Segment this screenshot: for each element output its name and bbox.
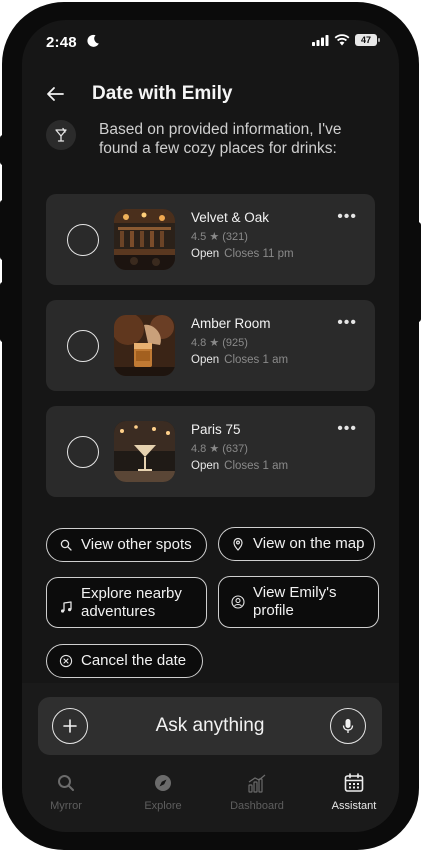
voice-input-button[interactable]	[330, 708, 366, 744]
place-name: Paris 75	[191, 422, 241, 437]
search-icon	[60, 539, 72, 551]
assistant-avatar	[46, 120, 76, 150]
volume-down-button	[0, 282, 6, 342]
search-icon	[58, 775, 74, 791]
place-rating: 4.8 ★ (925)	[191, 337, 248, 349]
place-card-velvet-oak[interactable]: Velvet & Oak 4.5 ★ (321) Open Closes 11 p…	[46, 194, 375, 285]
place-status: Open Closes 1 am	[191, 460, 288, 472]
tab-assistant[interactable]: Assistant	[316, 772, 392, 812]
cancel-circle-icon	[59, 654, 73, 668]
assistant-message-text: Based on provided information, I've foun…	[99, 121, 342, 157]
page-title: Date with Emily	[92, 83, 233, 104]
select-radio[interactable]	[67, 436, 99, 468]
tab-myrror[interactable]: Myrror	[28, 772, 104, 812]
chip-label: Cancel the date	[81, 652, 187, 669]
tab-label: Explore	[144, 800, 182, 812]
cocktail-icon	[55, 127, 67, 142]
place-status: Open Closes 11 pm	[191, 248, 294, 260]
tab-label: Myrror	[50, 800, 82, 812]
moon-icon	[87, 34, 99, 47]
tab-explore[interactable]: Explore	[125, 772, 201, 812]
open-status: Open	[191, 460, 220, 472]
view-on-map-button[interactable]: View on the map	[218, 527, 375, 561]
mute-switch	[0, 135, 6, 165]
closing-time: Closes 1 am	[224, 460, 289, 472]
place-name: Amber Room	[191, 316, 271, 331]
chip-label: View on the map	[253, 535, 365, 552]
profile-icon	[231, 595, 245, 609]
select-radio[interactable]	[67, 224, 99, 256]
location-pin-icon	[233, 537, 243, 551]
explore-nearby-button[interactable]: Explore nearby adventures	[46, 577, 207, 628]
ask-input[interactable]: Ask anything	[38, 697, 382, 755]
place-photo	[114, 421, 175, 482]
open-status: Open	[191, 354, 220, 366]
signal-icon	[312, 34, 329, 46]
place-status: Open Closes 1 am	[191, 354, 288, 366]
chart-icon	[248, 774, 266, 793]
place-card-amber-room[interactable]: Amber Room 4.8 ★ (925) Open Closes 1 am •…	[46, 300, 375, 391]
status-indicators: 47	[312, 34, 380, 46]
more-options-icon[interactable]: •••	[337, 420, 357, 438]
music-note-icon	[61, 600, 72, 613]
wifi-icon	[334, 34, 350, 46]
chip-label: Explore nearby adventures	[81, 584, 182, 620]
calendar-icon	[344, 773, 364, 792]
compass-icon	[155, 775, 171, 791]
place-card-paris-75[interactable]: Paris 75 4.8 ★ (637) Open Closes 1 am •••	[46, 406, 375, 497]
chip-label: View other spots	[81, 536, 192, 553]
place-rating: 4.8 ★ (637)	[191, 443, 248, 455]
place-photo	[114, 315, 175, 376]
screen: 2:48 47 Date with Emily Based on provide…	[22, 20, 399, 832]
open-status: Open	[191, 248, 220, 260]
place-rating: 4.5 ★ (321)	[191, 231, 248, 243]
status-time: 2:48	[46, 34, 77, 51]
status-bar: 2:48 47	[22, 20, 399, 66]
more-options-icon[interactable]: •••	[337, 314, 357, 332]
power-button	[415, 222, 421, 322]
view-profile-button[interactable]: View Emily's profile	[218, 576, 379, 628]
back-arrow-icon[interactable]	[44, 83, 66, 105]
select-radio[interactable]	[67, 330, 99, 362]
battery-indicator: 47	[355, 34, 380, 46]
microphone-icon	[342, 719, 354, 733]
cancel-date-button[interactable]: Cancel the date	[46, 644, 203, 678]
header: Date with Emily	[44, 80, 379, 108]
closing-time: Closes 1 am	[224, 354, 289, 366]
chip-label: View Emily's profile	[253, 584, 337, 619]
tab-label: Assistant	[331, 800, 377, 812]
tab-dashboard[interactable]: Dashboard	[219, 772, 295, 812]
place-name: Velvet & Oak	[191, 210, 270, 225]
closing-time: Closes 11 pm	[224, 248, 294, 260]
place-photo	[114, 209, 175, 270]
volume-up-button	[0, 200, 6, 260]
view-other-spots-button[interactable]: View other spots	[46, 528, 207, 562]
more-options-icon[interactable]: •••	[337, 208, 357, 226]
tab-label: Dashboard	[230, 800, 284, 812]
